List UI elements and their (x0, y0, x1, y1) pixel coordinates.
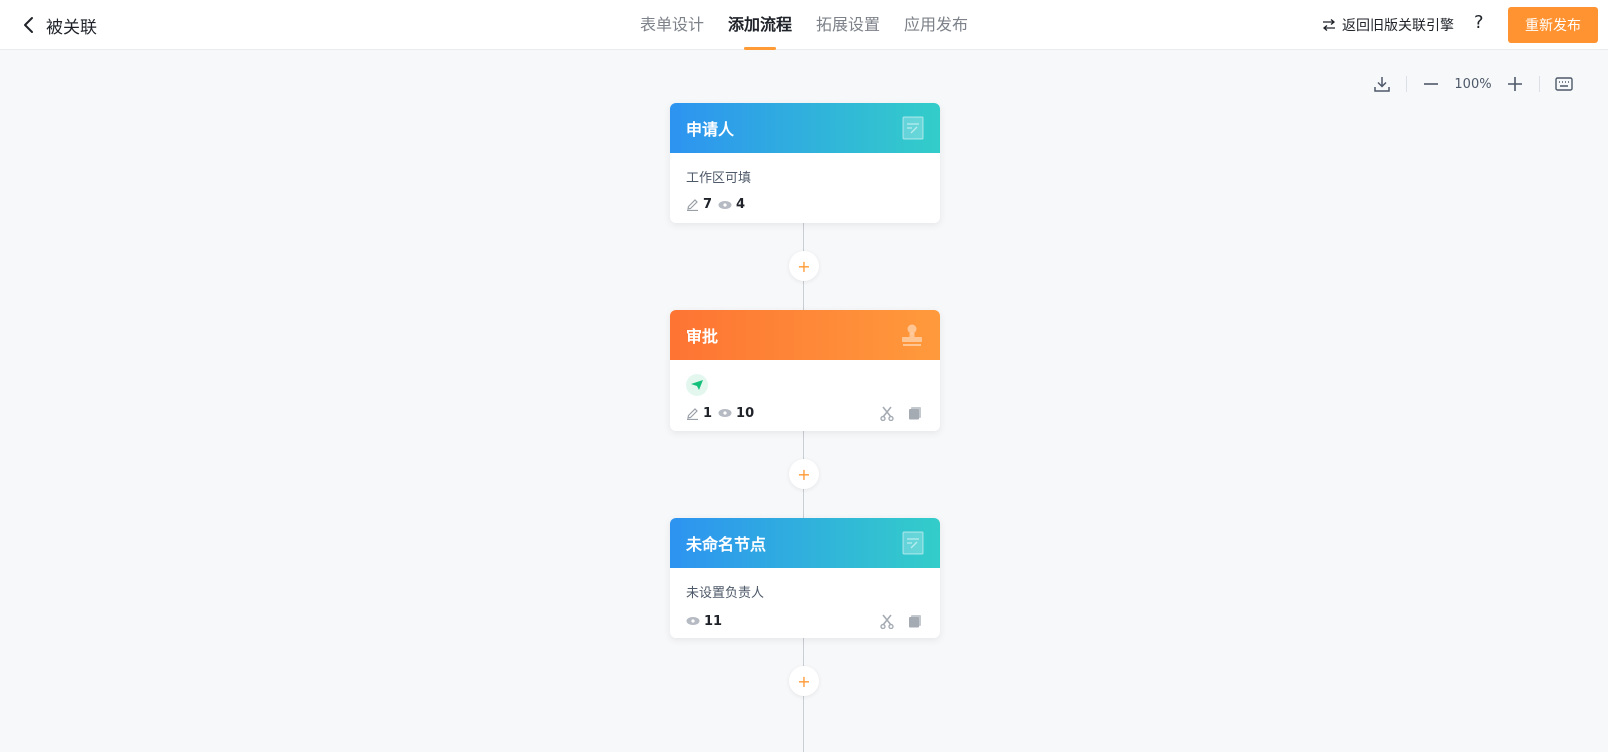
node-stats: 11 (686, 612, 924, 630)
plus-icon (1508, 77, 1522, 91)
toolbar-divider (1406, 76, 1407, 92)
top-header: 被关联 表单设计 添加流程 拓展设置 应用发布 返回旧版关联引擎 ? 重新发布 (0, 0, 1608, 50)
send-icon (691, 380, 703, 390)
edit-stat: 1 (686, 406, 712, 421)
download-icon (1374, 77, 1390, 92)
scissors-icon (880, 406, 894, 421)
tab-form-design[interactable]: 表单设计 (640, 0, 704, 50)
view-count: 11 (704, 613, 723, 629)
view-count: 4 (736, 197, 746, 212)
form-edit-icon (902, 531, 924, 555)
add-node-button[interactable]: + (789, 666, 819, 696)
old-engine-label: 返回旧版关联引擎 (1342, 18, 1454, 34)
flow-node-unnamed[interactable]: 未命名节点 未设置负责人 11 (670, 518, 940, 638)
assignee-badge (686, 374, 708, 396)
view-count: 10 (736, 405, 755, 421)
help-button[interactable]: ? (1474, 12, 1484, 33)
eye-icon (686, 617, 700, 625)
node-actions (878, 404, 924, 422)
pencil-icon (687, 199, 698, 211)
app-title: 被关联 (46, 18, 97, 38)
back-button[interactable] (16, 12, 40, 38)
edit-stat: 7 (686, 197, 712, 212)
edit-count: 1 (703, 405, 713, 421)
toolbar-divider (1539, 76, 1540, 92)
node-body: 工作区可填 7 4 (670, 153, 940, 223)
node-title: 申请人 (686, 120, 735, 139)
minus-icon (1424, 83, 1438, 85)
swap-icon (1322, 19, 1336, 31)
download-button[interactable] (1368, 70, 1396, 98)
add-node-button[interactable]: + (789, 459, 819, 489)
node-description (686, 374, 924, 396)
eye-icon (718, 200, 732, 209)
node-header: 申请人 (670, 103, 940, 153)
node-description: 未设置负责人 (686, 586, 765, 601)
node-description: 工作区可填 (686, 171, 752, 186)
flow-node-approval[interactable]: 审批 1 10 (670, 310, 940, 431)
tab-extension-settings[interactable]: 拓展设置 (816, 0, 880, 50)
node-title: 审批 (686, 327, 719, 346)
copy-button[interactable] (906, 404, 924, 422)
zoom-in-button[interactable] (1501, 70, 1529, 98)
canvas-toolbar: 100% (1368, 70, 1578, 98)
eye-icon (718, 409, 732, 417)
node-body: 未设置负责人 11 (670, 568, 940, 638)
tab-app-publish[interactable]: 应用发布 (904, 0, 968, 50)
old-engine-link[interactable]: 返回旧版关联引擎 (1322, 15, 1454, 35)
node-stats: 7 4 (686, 197, 924, 212)
edit-count: 7 (703, 197, 713, 212)
node-actions (878, 612, 924, 630)
scissors-icon (880, 614, 894, 629)
keyboard-shortcuts-button[interactable] (1550, 70, 1578, 98)
copy-icon (909, 407, 921, 420)
stamp-icon (902, 324, 922, 346)
form-edit-icon (902, 116, 924, 140)
pencil-icon (687, 407, 698, 420)
cut-button[interactable] (878, 612, 896, 630)
copy-icon (909, 615, 921, 628)
zoom-out-button[interactable] (1417, 70, 1445, 98)
node-stats: 1 10 (686, 404, 924, 422)
add-node-button[interactable]: + (789, 251, 819, 281)
keyboard-icon (1555, 77, 1573, 91)
node-body: 1 10 (670, 360, 940, 431)
node-header: 审批 (670, 310, 940, 360)
view-stat: 4 (718, 197, 745, 212)
view-stat: 11 (686, 614, 722, 629)
cut-button[interactable] (878, 404, 896, 422)
node-title: 未命名节点 (686, 535, 767, 554)
zoom-level: 100% (1454, 76, 1492, 92)
node-header: 未命名节点 (670, 518, 940, 568)
tab-add-process[interactable]: 添加流程 (728, 0, 792, 50)
flow-node-applicant[interactable]: 申请人 工作区可填 7 4 (670, 103, 940, 223)
chevron-left-icon (24, 17, 33, 33)
copy-button[interactable] (906, 612, 924, 630)
view-stat: 10 (718, 406, 754, 421)
republish-button[interactable]: 重新发布 (1508, 7, 1598, 43)
